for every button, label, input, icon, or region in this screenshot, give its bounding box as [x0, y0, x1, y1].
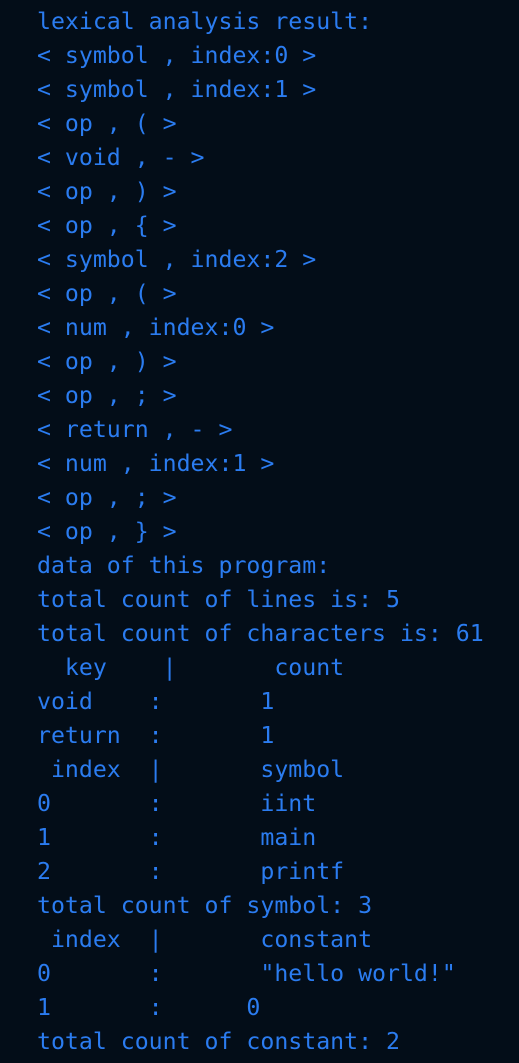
- console-line: index | constant: [37, 926, 373, 953]
- console-line: < op , } >: [37, 518, 177, 545]
- console-line: < void , - >: [37, 144, 205, 171]
- console-line: < symbol , index:1 >: [37, 76, 317, 103]
- console-line: data of this program:: [37, 552, 331, 579]
- console-line: 1 : main: [37, 824, 317, 851]
- console-line: 0 : "hello world!": [37, 960, 456, 987]
- console-line: < op , ; >: [37, 484, 177, 511]
- console-line: 1 : 0: [37, 994, 261, 1021]
- console-line: < op , ; >: [37, 382, 177, 409]
- console-line: < num , index:0 >: [37, 314, 275, 341]
- console-line: total count of characters is: 61: [37, 620, 484, 647]
- console-line: < op , ) >: [37, 348, 177, 375]
- console-line: 0 : iint: [37, 790, 317, 817]
- terminal-window: lexical analysis result: < symbol , index…: [0, 0, 519, 1063]
- console-line: < return , - >: [37, 416, 233, 443]
- console-line: < op , ( >: [37, 280, 177, 307]
- console-line: lexical analysis result:: [37, 8, 373, 35]
- console-line: < symbol , index:2 >: [37, 246, 317, 273]
- console-line: total count of symbol: 3: [37, 892, 373, 919]
- console-line: key | count: [37, 654, 345, 681]
- console-line: < op , ) >: [37, 178, 177, 205]
- console-line: < op , { >: [37, 212, 177, 239]
- console-line: total count of lines is: 5: [37, 586, 400, 613]
- console-line: index | symbol: [37, 756, 345, 783]
- console-line: 2 : printf: [37, 858, 345, 885]
- console-output: lexical analysis result: < symbol , index…: [0, 0, 519, 1059]
- console-line: < num , index:1 >: [37, 450, 275, 477]
- console-line: total count of constant: 2: [37, 1028, 400, 1055]
- console-line: void : 1: [37, 688, 275, 715]
- console-line: < symbol , index:0 >: [37, 42, 317, 69]
- console-line: return : 1: [37, 722, 275, 749]
- console-line: < op , ( >: [37, 110, 177, 137]
